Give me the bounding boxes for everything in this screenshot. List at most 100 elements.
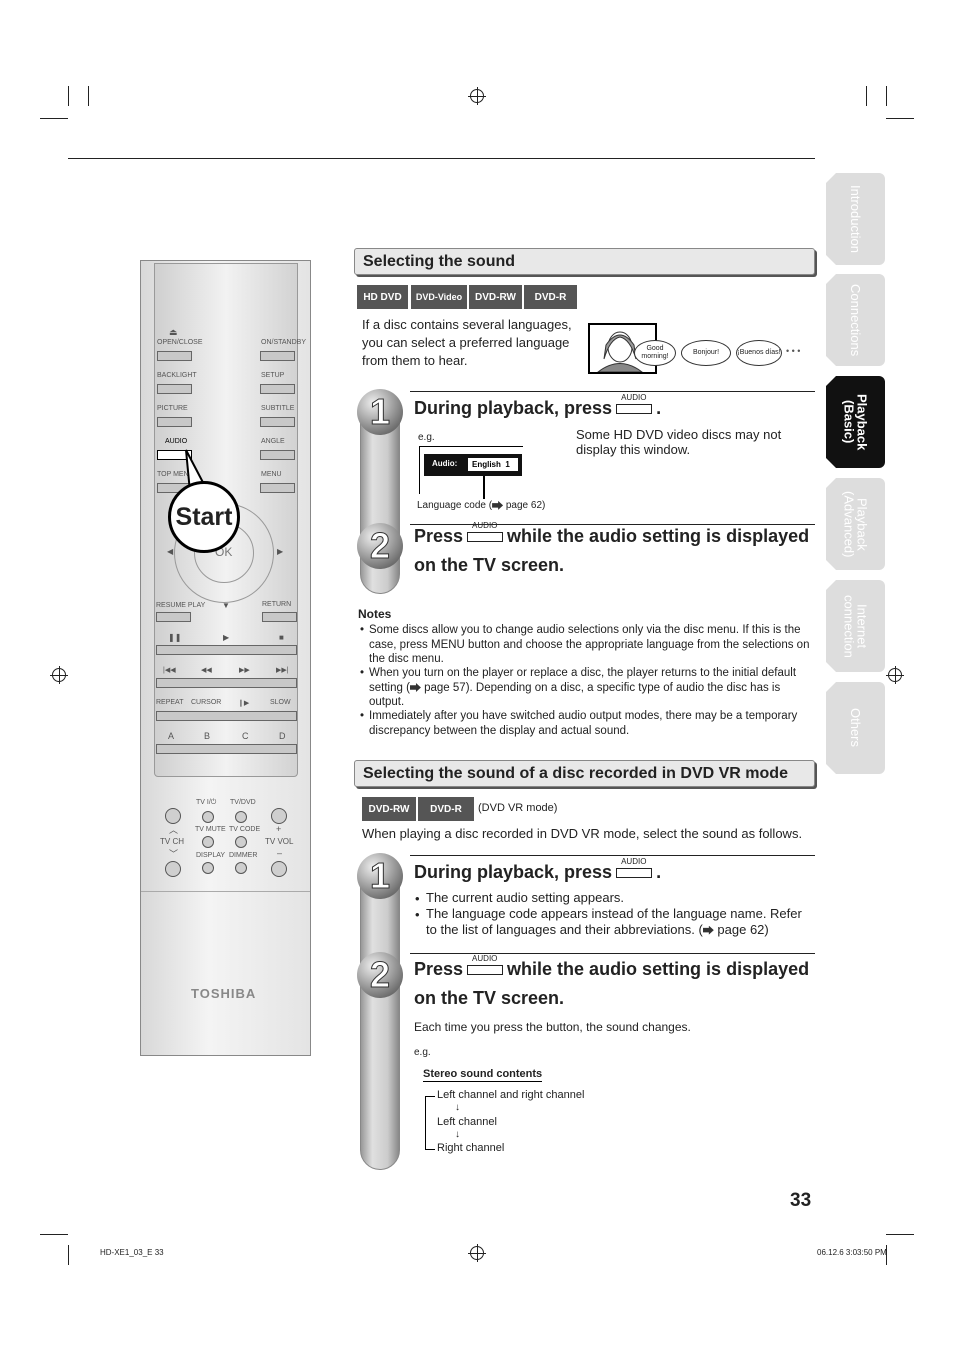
tv-dvd-label: TV/DVD: [230, 799, 256, 806]
badge-dvd-r: DVD-R: [418, 797, 474, 821]
backlight-button: [157, 384, 192, 394]
color-buttons-row: [156, 744, 297, 754]
header-rule: [68, 158, 815, 159]
tab-playback-basic[interactable]: Playback (Basic): [826, 376, 885, 468]
step-rule: [410, 953, 815, 954]
tv-vol-up-button: [271, 808, 287, 824]
step2-body: Each time you press the button, the soun…: [414, 1020, 691, 1034]
tab-label: Playback (Advanced): [841, 490, 870, 558]
stereo-title: Stereo sound contents: [423, 1068, 543, 1082]
dimmer-button: [235, 862, 247, 874]
display-button: [202, 862, 214, 874]
open-close-button: [157, 351, 192, 361]
bullet-text-cont: page 62): [717, 921, 769, 937]
c-label: C: [242, 731, 249, 741]
remote-divider: [141, 891, 310, 892]
crop-mark: [886, 1234, 914, 1235]
resume-play-button: [156, 612, 191, 622]
eg-label: e.g.: [414, 1047, 431, 1058]
play-icon: ▶: [223, 633, 230, 642]
fast-forward-icon: ▶▶: [239, 667, 250, 674]
heading-period: .: [656, 398, 662, 418]
return-label: RETURN: [262, 601, 292, 608]
step-rule: [410, 391, 815, 392]
stereo-option: Right channel: [437, 1142, 505, 1154]
crop-mark: [886, 118, 914, 119]
osd-label: Audio:: [432, 459, 458, 468]
note-text-cont: page 57). Depending on a disc, a specifi…: [369, 681, 781, 709]
tab-internet-connection[interactable]: Internet connection: [826, 580, 885, 672]
stereo-option: Left channel: [437, 1116, 497, 1128]
crop-mark: [40, 1234, 68, 1235]
step2-heading: Press AUDIO while the audio setting is dis…: [414, 521, 809, 547]
bullet-item: The current audio setting appears.: [426, 890, 625, 905]
tab-playback-advanced[interactable]: Playback (Advanced): [826, 478, 885, 570]
osd-value: English 1: [468, 458, 518, 471]
start-callout: Start: [168, 481, 240, 553]
b-label: B: [204, 731, 211, 741]
stereo-option: Left channel and right channel: [437, 1089, 585, 1101]
minus-label: –: [277, 848, 283, 858]
open-close-label: OPEN/CLOSE: [157, 339, 203, 346]
page-number: 33: [790, 1190, 812, 1211]
step1-heading: During playback, press AUDIO.: [414, 393, 662, 419]
language-code-page: page 62): [505, 500, 546, 511]
subtitle-label: SUBTITLE: [261, 405, 295, 412]
bullet: •: [360, 710, 365, 722]
bullet-item: The language code appears instead of the…: [426, 906, 816, 937]
tab-connections[interactable]: Connections: [826, 274, 885, 366]
speech-bubble-buenos-dias: ¡Buenos días!: [736, 340, 782, 366]
tv-power-button: [202, 811, 214, 823]
step1-heading: During playback, press AUDIO.: [414, 857, 661, 883]
crop-mark: [886, 86, 887, 106]
tab-label: Playback (Basic): [841, 393, 870, 451]
notes-title: Notes: [358, 607, 392, 621]
pause-icon: ❚❚: [168, 633, 182, 642]
audio-key-icon: AUDIO: [616, 857, 653, 879]
repeat-row-buttons: [156, 711, 297, 721]
tv-ch-down-button: [165, 861, 181, 877]
page-reference-arrow-icon: [409, 682, 421, 692]
tab-label: Introduction: [848, 185, 863, 253]
registration-mark: [886, 666, 904, 684]
repeat-label: REPEAT: [156, 699, 184, 706]
section-heading-selecting-sound: Selecting the sound: [354, 248, 815, 275]
tab-introduction[interactable]: Introduction: [826, 173, 885, 265]
tab-label: Others: [848, 708, 863, 748]
step2-heading: Press AUDIO while the audio setting is dis…: [414, 954, 809, 980]
tv-vol-label: TV VOL: [265, 837, 294, 846]
stop-icon: ■: [279, 633, 284, 642]
section-heading-dvd-vr-mode: Selecting the sound of a disc recorded i…: [354, 760, 815, 787]
tab-others[interactable]: Others: [826, 682, 885, 774]
d-label: D: [279, 731, 286, 741]
section2-intro: When playing a disc recorded in DVD VR m…: [362, 826, 803, 841]
chevron-down-icon: ﹀: [169, 849, 179, 859]
audio-key-icon: AUDIO: [616, 393, 653, 415]
bullet: •: [415, 907, 420, 922]
slow-label: SLOW: [270, 699, 291, 706]
return-button: [262, 612, 297, 622]
tab-label: Connections: [848, 283, 863, 357]
audio-key-label: AUDIO: [621, 857, 647, 867]
step-number-1: 1: [357, 853, 403, 899]
bullet: •: [360, 624, 365, 636]
speech-bubble-good-morning: Good morning!: [634, 340, 676, 366]
step-rule: [410, 855, 815, 856]
bullet: •: [360, 667, 365, 679]
note-item: Some discs allow you to change audio sel…: [369, 624, 810, 665]
skip-buttons-row: [156, 678, 297, 688]
arrow-down-icon: ↓: [455, 1102, 460, 1113]
skip-back-icon: |◀◀: [163, 667, 176, 674]
registration-mark: [50, 666, 68, 684]
step-number-1: 1: [357, 389, 403, 435]
tv-mute-label: TV MUTE: [195, 826, 226, 833]
badge-dvd-r: DVD-R: [524, 285, 577, 309]
eg-label: e.g.: [418, 432, 435, 443]
crop-mark: [40, 118, 68, 119]
skip-forward-icon: ▶▶|: [276, 667, 289, 674]
cursor-label: CURSOR: [191, 699, 222, 706]
setup-button: [260, 384, 295, 394]
crop-mark: [88, 86, 89, 106]
ellipsis: • • •: [786, 346, 801, 356]
eject-icon: ⏏: [169, 327, 178, 337]
